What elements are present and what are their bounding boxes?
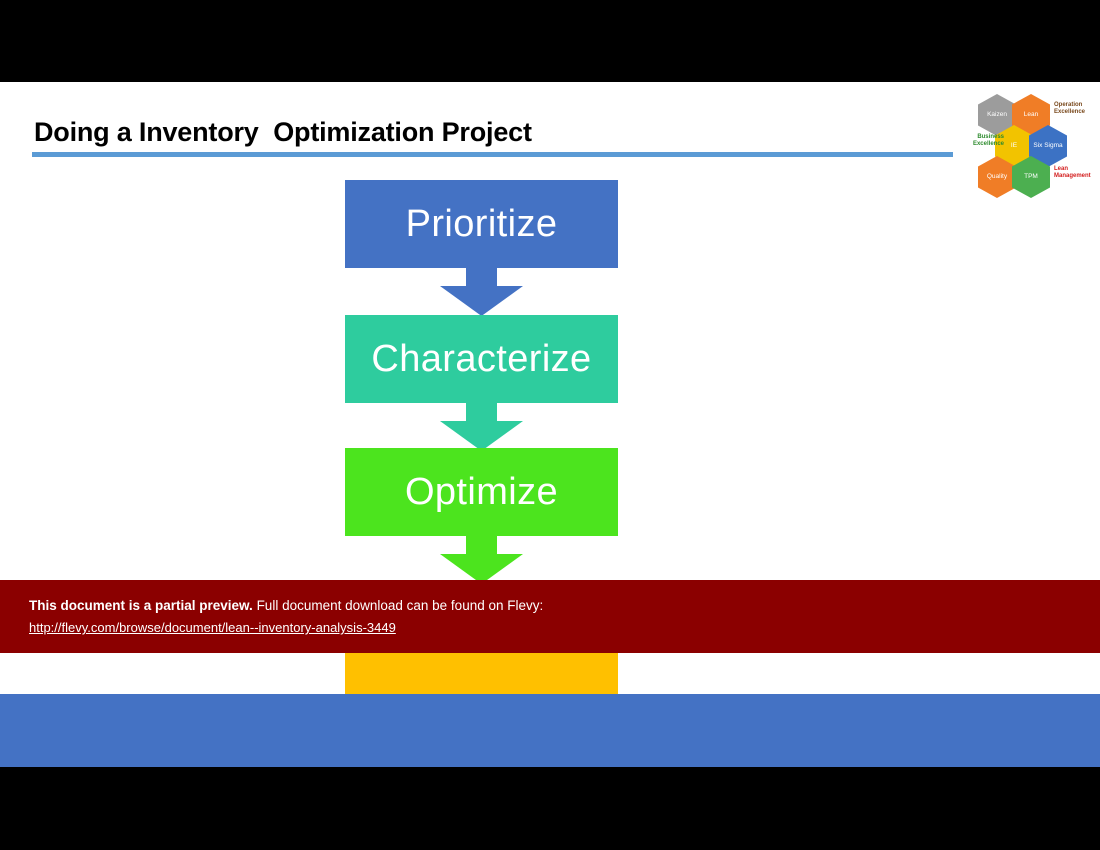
hexagon-quality-label: Quality — [986, 172, 1008, 180]
page-title: Doing a Inventory Optimization Project — [34, 117, 532, 147]
hexagon-lean-label: Lean — [1023, 110, 1039, 118]
flow-step-prioritize-label: Prioritize — [405, 202, 558, 245]
flow-arrow-optimize-to-final — [440, 536, 523, 584]
brand-logo: Kaizen Lean IE Six Sigma Quality TPM Ope… — [962, 92, 1091, 210]
flow-step-optimize-label: Optimize — [404, 470, 559, 513]
footer-accent-bar — [0, 694, 1100, 767]
screenshot-stage: Doing a Inventory Optimization Project K… — [0, 0, 1100, 850]
banner-rest-text: Full document download can be found on F… — [252, 598, 544, 613]
logo-label-operation-excellence: Operation Excellence — [1054, 102, 1086, 115]
flow-arrow-characterize-to-optimize — [440, 403, 523, 451]
title-underline-rule — [32, 152, 953, 157]
banner-download-link[interactable]: http://flevy.com/browse/document/lean--i… — [29, 620, 396, 635]
hexagon-tpm-label: TPM — [1024, 172, 1038, 180]
flow-step-optimize[interactable]: Optimize — [345, 448, 618, 536]
flow-step-prioritize[interactable]: Prioritize — [345, 180, 618, 268]
hexagon-center-label: IE — [1010, 141, 1018, 149]
flow-step-characterize[interactable]: Characterize — [345, 315, 618, 403]
banner-strong-text: This document is a partial preview. — [29, 598, 253, 613]
hexagon-kaizen-label: Kaizen — [987, 110, 1007, 118]
hexagon-six-sigma-label: Six Sigma — [1033, 141, 1063, 149]
logo-label-lean-management: Lean Management — [1054, 166, 1091, 179]
arrow-head-down-icon — [440, 286, 523, 316]
logo-label-business-excellence: Business Excellence — [972, 134, 1004, 147]
slide-canvas: Doing a Inventory Optimization Project K… — [0, 82, 1100, 767]
banner-text-line: This document is a partial preview. Full… — [29, 597, 1100, 615]
arrow-head-down-icon — [440, 421, 523, 451]
letterbox-bottom — [0, 767, 1100, 850]
letterbox-top — [0, 0, 1100, 82]
flow-step-characterize-label: Characterize — [371, 337, 592, 380]
flow-arrow-prioritize-to-characterize — [440, 268, 523, 316]
partial-preview-banner: This document is a partial preview. Full… — [0, 580, 1100, 653]
